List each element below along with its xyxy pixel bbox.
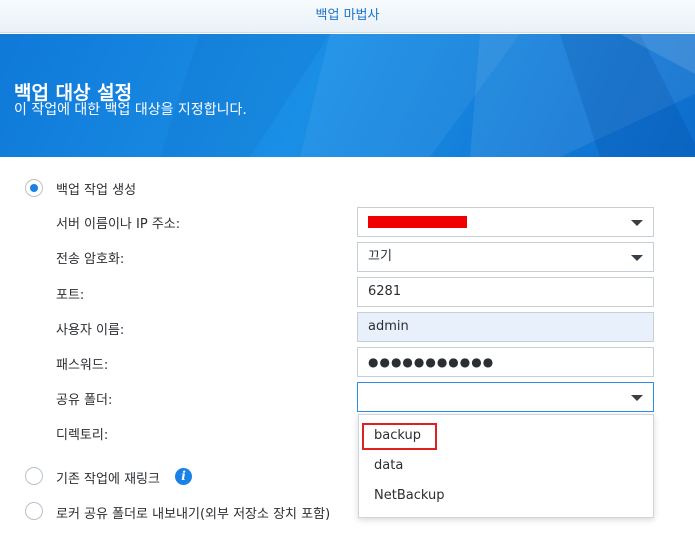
- share-folder-dropdown: backup data NetBackup: [358, 414, 654, 518]
- password-input[interactable]: ●●●●●●●●●●●: [357, 347, 654, 377]
- encryption-select[interactable]: 끄기: [357, 242, 654, 272]
- option-export-label: 로커 공유 폴더로 내보내기(외부 저장소 장치 포함): [56, 507, 331, 522]
- header-banner: 백업 대상 설정 이 작업에 대한 백업 대상을 지정합니다.: [0, 34, 695, 157]
- port-value: 6281: [368, 284, 402, 299]
- option-relink-label: 기존 작업에 재링크: [56, 472, 160, 487]
- highlight-box: [362, 423, 437, 450]
- user-label: 사용자 이름:: [56, 323, 125, 338]
- info-icon[interactable]: i: [175, 468, 192, 485]
- directory-label: 디렉토리:: [56, 428, 109, 443]
- encryption-value: 끄기: [368, 249, 392, 264]
- chevron-down-icon: [631, 395, 643, 401]
- window-title: 백업 마법사: [0, 0, 695, 33]
- radio-create-backup[interactable]: [25, 179, 43, 197]
- chevron-down-icon: [631, 220, 643, 226]
- chevron-down-icon: [631, 255, 643, 261]
- redacted-value: [368, 216, 467, 228]
- radio-relink[interactable]: [25, 467, 43, 485]
- share-label: 공유 폴더:: [56, 393, 113, 408]
- port-input[interactable]: 6281: [357, 277, 654, 307]
- option-create-label: 백업 작업 생성: [56, 183, 137, 198]
- password-label: 패스워드:: [56, 358, 109, 373]
- radio-export[interactable]: [25, 502, 43, 520]
- banner-subtitle: 이 작업에 대한 백업 대상을 지정합니다.: [14, 102, 247, 118]
- dropdown-option-netbackup[interactable]: NetBackup: [359, 481, 653, 511]
- user-input[interactable]: admin: [357, 312, 654, 342]
- encryption-label: 전송 암호화:: [56, 252, 125, 267]
- password-value: ●●●●●●●●●●●: [368, 355, 495, 369]
- share-select[interactable]: [357, 382, 654, 412]
- user-value: admin: [368, 319, 409, 334]
- server-label: 서버 이름이나 IP 주소:: [56, 217, 181, 232]
- server-select[interactable]: [357, 207, 654, 237]
- port-label: 포트:: [56, 288, 85, 303]
- dropdown-option-data[interactable]: data: [359, 451, 653, 481]
